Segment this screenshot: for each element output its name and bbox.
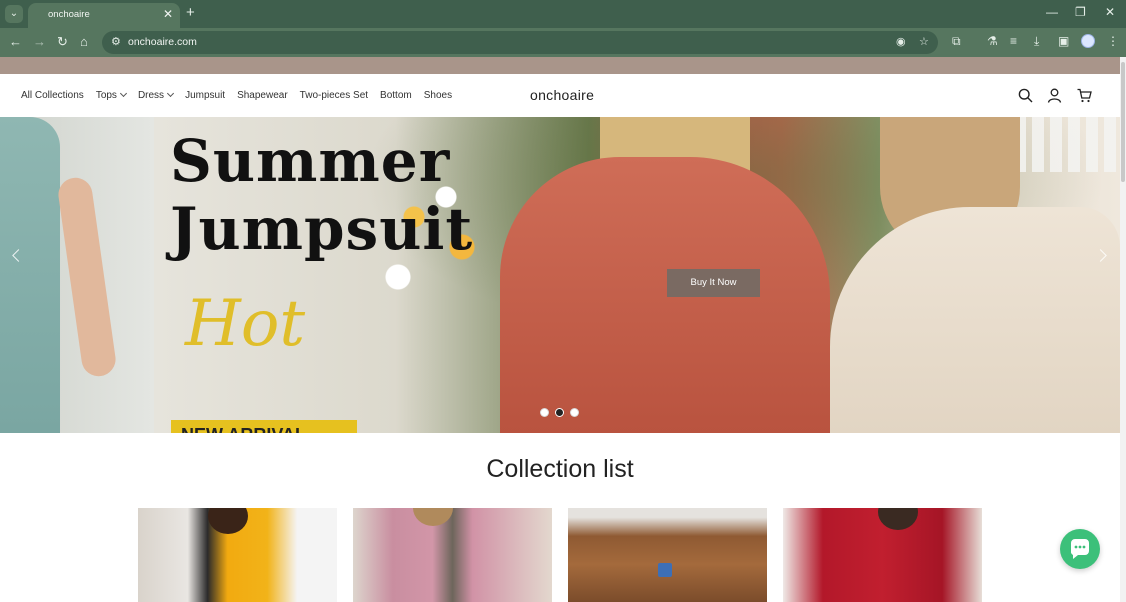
nav-dress[interactable]: Dress — [137, 89, 175, 101]
nav-shapewear[interactable]: Shapewear — [237, 90, 288, 101]
model-arm-image — [56, 175, 118, 379]
nav-two-pieces-set[interactable]: Two-pieces Set — [300, 90, 368, 101]
headline-line-2: Jumpsuit — [170, 195, 474, 263]
main-nav: All Collections Tops Dress Jumpsuit Shap… — [21, 89, 452, 101]
hero-script-text: Hot — [185, 287, 306, 361]
page-scrollbar[interactable] — [1120, 57, 1126, 602]
hero-slideshow[interactable]: Summer Jumpsuit Hot NEW ARRIVAL Buy It N… — [0, 117, 1120, 433]
model-photo — [413, 508, 453, 526]
slide-pagination — [540, 408, 579, 417]
chevron-down-icon — [167, 89, 175, 98]
browser-tab-bar: ⌄ onchoaire ✕ + — ❐ ✕ — [0, 0, 1126, 28]
nav-shoes[interactable]: Shoes — [424, 90, 452, 101]
nav-label: Bottom — [380, 90, 412, 101]
new-arrival-tag: NEW ARRIVAL — [171, 420, 357, 433]
media-icon[interactable]: ≡ — [1010, 34, 1017, 48]
hero-headline: Summer Jumpsuit — [170, 127, 473, 263]
more-menu-icon[interactable]: ⋮ — [1107, 34, 1119, 48]
collection-list-title: Collection list — [486, 455, 634, 483]
reload-icon[interactable]: ↻ — [57, 34, 68, 50]
site-info-icon[interactable]: ⚙ — [111, 35, 121, 48]
forward-icon[interactable]: → — [33, 34, 46, 49]
site-logo[interactable]: onchoaire — [530, 87, 594, 103]
scrollbar-thumb[interactable] — [1121, 62, 1125, 182]
tab-search-button[interactable]: ⌄ — [5, 5, 23, 23]
search-icon[interactable] — [1018, 88, 1033, 103]
nav-label: Tops — [95, 90, 117, 101]
nav-bottom[interactable]: Bottom — [380, 90, 412, 101]
slide-dot-3[interactable] — [570, 408, 579, 417]
nav-label: Shapewear — [237, 90, 288, 101]
browser-toolbar: ← → ↻ ⌂ ⚙ onchoaire.com ◉ ☆ ⧉ ⚗ ≡ ⤓ ▣ ⋮ — [0, 28, 1126, 57]
chat-bubble-icon — [1070, 539, 1089, 559]
new-tab-icon[interactable]: + — [186, 4, 195, 21]
collection-card[interactable] — [353, 508, 552, 602]
chevron-down-icon — [119, 89, 127, 98]
slide-dot-1[interactable] — [540, 408, 549, 417]
url-text[interactable]: onchoaire.com — [128, 36, 197, 48]
back-icon[interactable]: ← — [9, 34, 22, 49]
window-close-icon[interactable]: ✕ — [1105, 5, 1115, 19]
buy-it-now-button[interactable]: Buy It Now — [667, 269, 760, 297]
nav-label: Jumpsuit — [185, 90, 226, 101]
model-photo — [208, 508, 248, 534]
red-jumpsuit-model-image — [500, 157, 830, 433]
eye-off-icon[interactable]: ◉ — [896, 35, 906, 48]
collection-card[interactable] — [783, 508, 982, 602]
model-photo — [878, 508, 918, 530]
address-bar[interactable]: ⚙ onchoaire.com ◉ ☆ — [102, 31, 938, 54]
site-header: All Collections Tops Dress Jumpsuit Shap… — [0, 74, 1120, 117]
profile-avatar[interactable] — [1081, 34, 1095, 48]
minimize-icon[interactable]: — — [1046, 5, 1058, 19]
side-panel-icon[interactable]: ▣ — [1058, 34, 1069, 48]
announcement-bar — [0, 57, 1120, 74]
restore-icon[interactable]: ❐ — [1075, 5, 1086, 19]
bookmark-star-icon[interactable]: ☆ — [919, 35, 929, 48]
home-icon[interactable]: ⌂ — [80, 34, 88, 49]
headline-line-1: Summer — [170, 127, 451, 195]
account-icon[interactable] — [1047, 88, 1062, 103]
browser-tab[interactable]: onchoaire ✕ — [28, 3, 180, 28]
lab-icon[interactable]: ⚗ — [987, 34, 998, 48]
slide-dot-2[interactable] — [555, 408, 564, 417]
nav-tops[interactable]: Tops — [95, 89, 127, 101]
chat-button[interactable] — [1060, 529, 1100, 569]
nav-label: Two-pieces Set — [299, 90, 369, 101]
tab-title: onchoaire — [48, 9, 90, 20]
collection-card[interactable] — [568, 508, 767, 602]
collection-card[interactable] — [138, 508, 337, 602]
cart-icon[interactable] — [1077, 88, 1092, 103]
nav-label: All Collections — [21, 90, 84, 101]
tab-close-icon[interactable]: ✕ — [163, 7, 173, 21]
extensions-icon[interactable]: ⧉ — [952, 34, 961, 49]
nav-jumpsuit[interactable]: Jumpsuit — [185, 90, 225, 101]
jacket-badge — [658, 563, 672, 577]
teal-dress-image — [0, 117, 60, 433]
nav-all-collections[interactable]: All Collections — [21, 90, 84, 101]
nav-label: Shoes — [423, 90, 453, 101]
nav-label: Dress — [137, 90, 165, 101]
previous-slide-image — [0, 117, 154, 433]
download-icon[interactable]: ⤓ — [1034, 34, 1039, 49]
